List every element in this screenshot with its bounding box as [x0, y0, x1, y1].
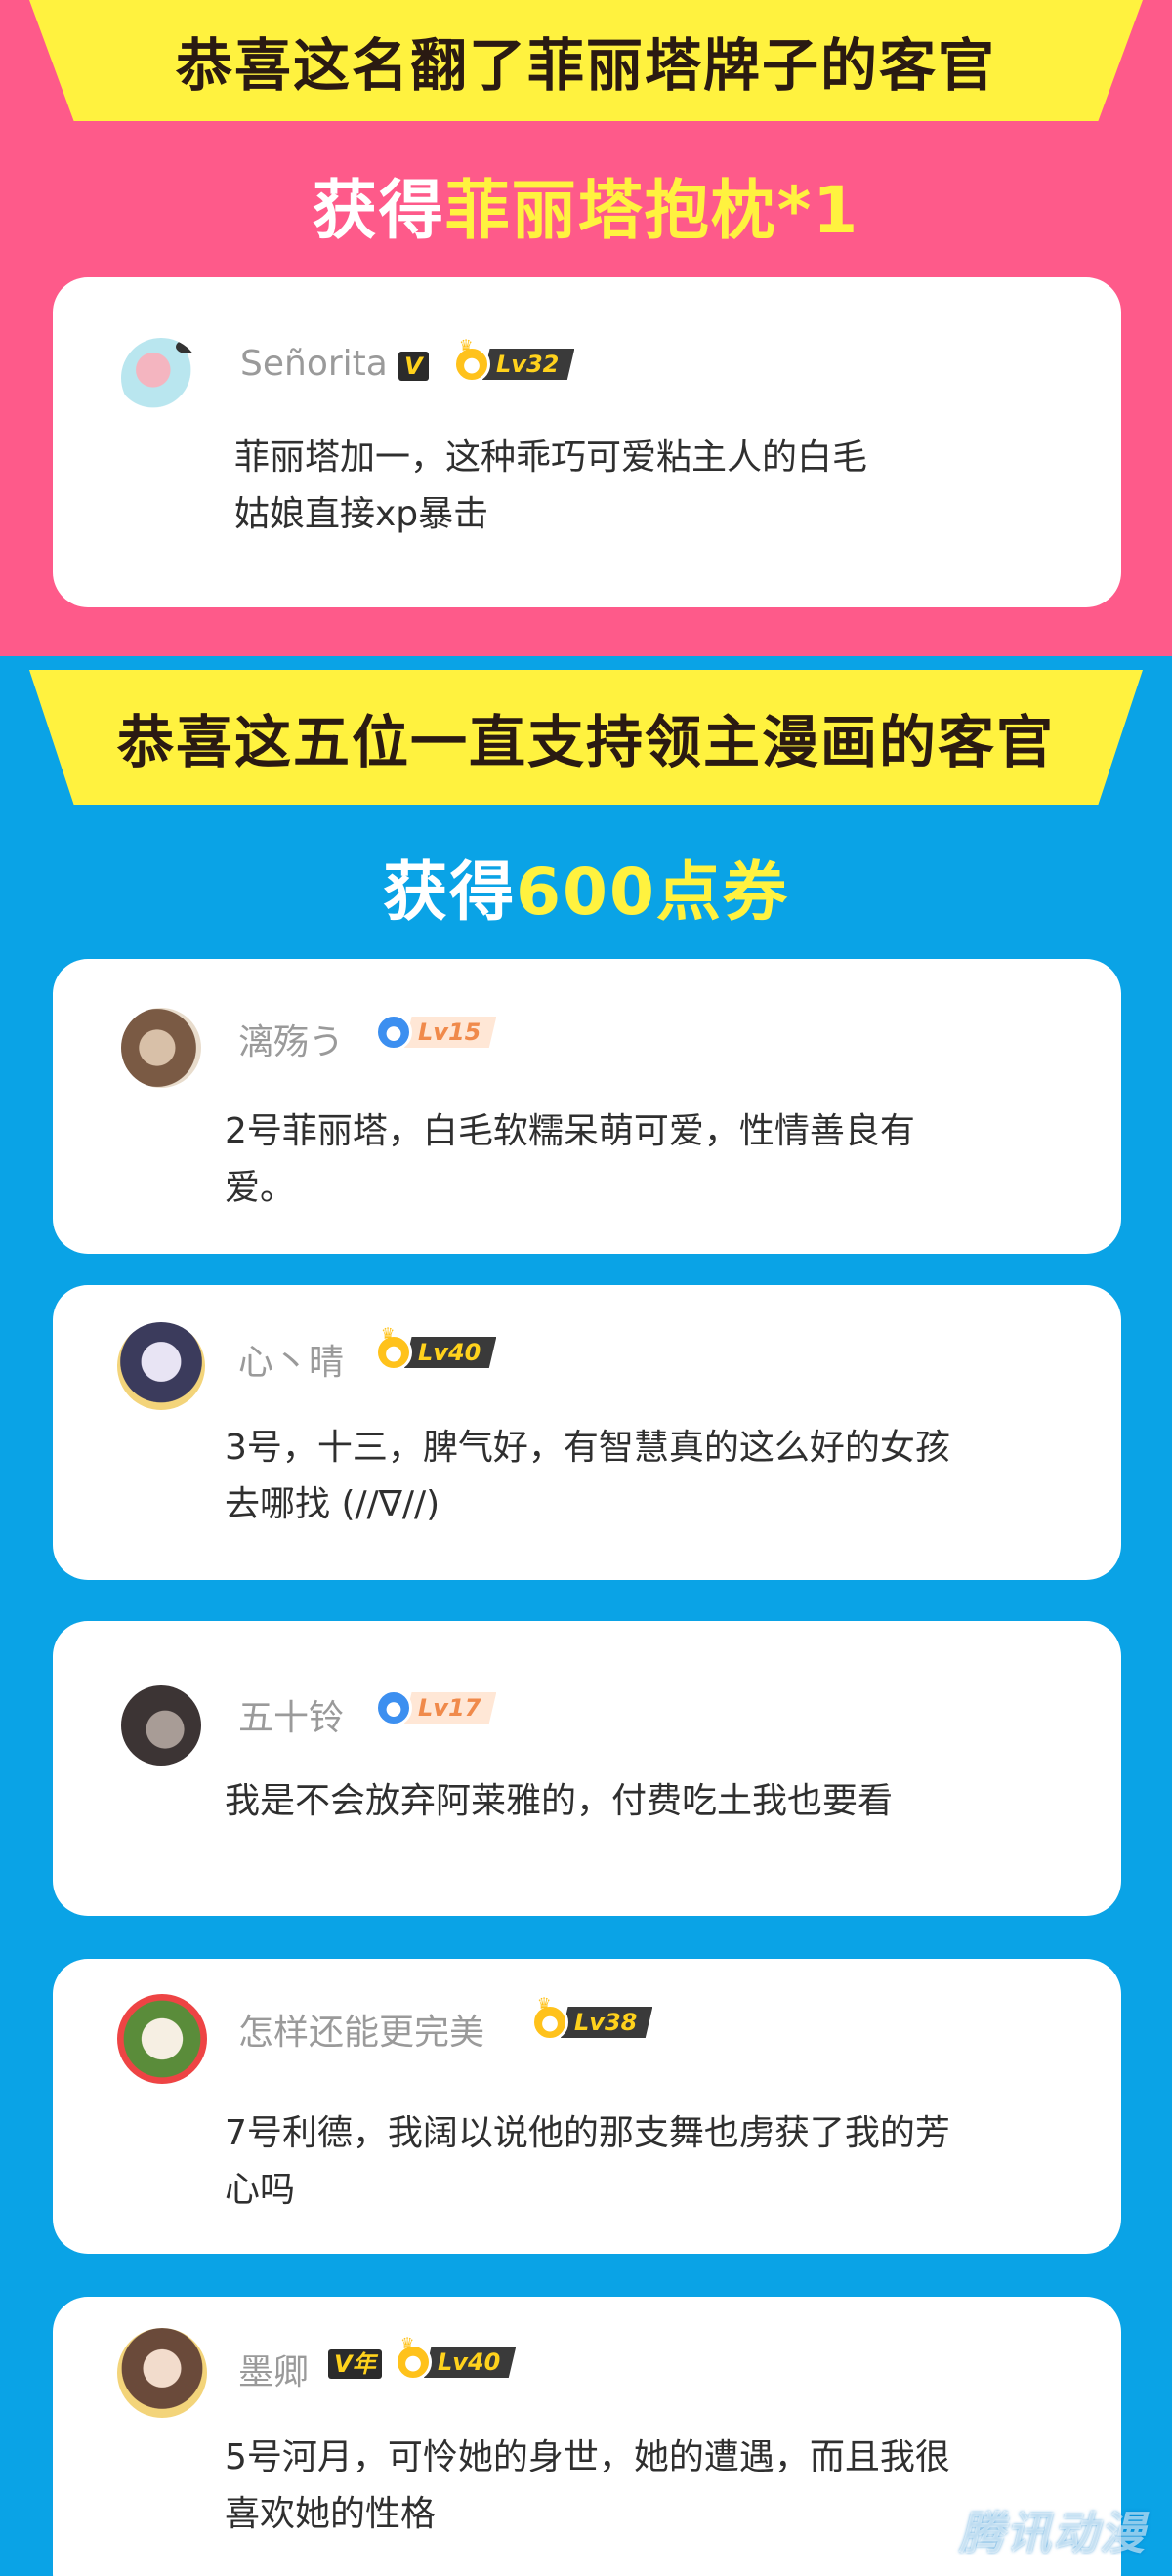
crown-icon: ♛ [459, 336, 474, 354]
avatar[interactable] [121, 338, 201, 418]
bow-icon [176, 340, 197, 353]
vip-badge: V [398, 352, 429, 381]
comment-text: 菲丽塔加一，这种乖巧可爱粘主人的白毛 姑娘直接xp暴击 [234, 430, 1053, 543]
level-badge: ♛ Lv38 [531, 1994, 653, 2041]
comment-card: 怎样还能更完美 ♛ Lv38 7号利德，我阔以说他的那支舞也虏获了我的芳 心吗 [53, 1959, 1121, 2254]
username[interactable]: 五十铃 [238, 1689, 344, 1740]
watermark: 腾讯动漫 [959, 2507, 1147, 2559]
comment-line: 姑娘直接xp暴击 [234, 494, 489, 534]
comment-card: Señorita V ♛ Lv32 菲丽塔加一，这种乖巧可爱粘主人的白毛 姑娘直… [53, 277, 1121, 607]
comment-line: 爱。 [225, 1168, 296, 1208]
prize-heading-1: 获得菲丽塔抱枕*1 [0, 158, 1172, 252]
avatar[interactable] [121, 1685, 201, 1766]
comment-text: 7号利德，我阔以说他的那支舞也虏获了我的芳 心吗 [225, 2105, 1053, 2219]
comment-line: 心吗 [225, 2170, 296, 2210]
comment-line: 3号，十三，脾气好，有智慧真的这么好的女孩 [225, 1428, 950, 1468]
prize-heading-2: 获得600点券 [0, 840, 1172, 934]
comment-line: 7号利德，我阔以说他的那支舞也虏获了我的芳 [225, 2113, 950, 2153]
level-icon [375, 1014, 412, 1051]
comment-line: 去哪找 (//∇//) [225, 1484, 440, 1524]
level-badge: ♛ Lv32 [453, 336, 575, 383]
comment-line: 菲丽塔加一，这种乖巧可爱粘主人的白毛 [234, 437, 868, 478]
comment-text: 我是不会放弃阿莱雅的，付费吃土我也要看 [225, 1773, 1053, 1830]
level-text: Lv40 [404, 1337, 497, 1368]
blue-section [0, 656, 1172, 2576]
level-text: Lv38 [561, 2007, 653, 2038]
mid-banner-title: 恭喜这五位一直支持领主漫画的客官 [116, 709, 1055, 775]
crown-icon: ♛ [400, 2334, 415, 2352]
username[interactable]: 心丶晴 [238, 1334, 344, 1385]
crown-icon: ♛ [537, 1994, 552, 2013]
level-text: Lv15 [404, 1017, 497, 1048]
avatar[interactable] [117, 1994, 207, 2084]
level-badge: Lv15 [375, 1014, 497, 1051]
page: 恭喜这名翻了菲丽塔牌子的客官 获得菲丽塔抱枕*1 Señorita V ♛ Lv… [0, 0, 1172, 2576]
comment-card: 五十铃 Lv17 我是不会放弃阿莱雅的，付费吃土我也要看 [53, 1621, 1121, 1916]
level-badge: ♛ Lv40 [395, 2334, 517, 2381]
comment-line: 喜欢她的性格 [225, 2494, 437, 2534]
comment-text: 3号，十三，脾气好，有智慧真的这么好的女孩 去哪找 (//∇//) [225, 1420, 1053, 1533]
mid-banner: 恭喜这五位一直支持领主漫画的客官 [29, 670, 1143, 805]
username[interactable]: 怎样还能更完美 [238, 2004, 484, 2055]
prize-prefix: 获得 [383, 854, 517, 930]
level-text: Lv32 [482, 349, 575, 380]
level-badge: ♛ Lv40 [375, 1324, 497, 1371]
avatar[interactable] [121, 1008, 201, 1088]
comment-text: 2号菲丽塔，白毛软糯呆萌可爱，性情善良有 爱。 [225, 1103, 1053, 1217]
avatar[interactable] [117, 1322, 205, 1410]
prize-prefix: 获得 [312, 173, 445, 248]
comment-card: 心丶晴 ♛ Lv40 3号，十三，脾气好，有智慧真的这么好的女孩 去哪找 (//… [53, 1285, 1121, 1580]
level-text: Lv40 [424, 2347, 517, 2378]
vip-badge: V年 [328, 2349, 382, 2379]
prize-name: 菲丽塔抱枕*1 [444, 173, 860, 248]
level-text: Lv17 [404, 1692, 497, 1724]
comment-line: 2号菲丽塔，白毛软糯呆萌可爱，性情善良有 [225, 1111, 915, 1151]
top-banner-title: 恭喜这名翻了菲丽塔牌子的客官 [175, 32, 996, 99]
username[interactable]: Señorita [240, 344, 388, 384]
comment-card: 漓殇う Lv15 2号菲丽塔，白毛软糯呆萌可爱，性情善良有 爱。 [53, 959, 1121, 1254]
comment-line: 5号河月，可怜她的身世，她的遭遇，而且我很 [225, 2437, 950, 2477]
top-banner: 恭喜这名翻了菲丽塔牌子的客官 [29, 0, 1143, 121]
comment-line: 我是不会放弃阿莱雅的，付费吃土我也要看 [225, 1781, 894, 1821]
comment-text: 5号河月，可怜她的身世，她的遭遇，而且我很 喜欢她的性格 [225, 2430, 1053, 2543]
level-badge: Lv17 [375, 1689, 497, 1726]
level-icon [375, 1689, 412, 1726]
username[interactable]: 墨卿 [238, 2344, 309, 2394]
prize-name: 600点券 [516, 854, 789, 930]
username[interactable]: 漓殇う [238, 1014, 344, 1064]
crown-icon: ♛ [381, 1324, 396, 1343]
avatar[interactable] [117, 2328, 207, 2418]
